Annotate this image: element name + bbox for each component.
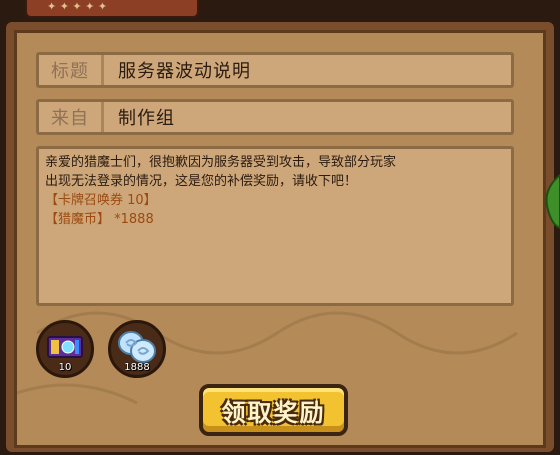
window-title-banner: ✦ ✦ ✦ ✦ ✦ <box>25 0 199 18</box>
mail-sender: 制作组 <box>118 108 175 129</box>
mail-title: 服务器波动说明 <box>118 61 251 82</box>
reward-slot-coins[interactable]: 1888 <box>108 320 166 378</box>
title-label: 标题 <box>51 61 89 82</box>
mail-body[interactable]: 亲爱的猎魔士们，很抱歉因为服务器受到攻击，导致部分玩家 出现无法登录的情况，这是… <box>36 146 514 306</box>
banner-decoration: ✦ ✦ ✦ ✦ ✦ <box>47 0 108 13</box>
claim-reward-label: 领取奖励 <box>221 398 326 427</box>
sender-label: 来自 <box>51 108 89 129</box>
reward-count-card-ticket: 10 <box>58 362 72 373</box>
claim-reward-button[interactable]: 领取奖励 <box>199 384 348 436</box>
body-line-1: 亲爱的猎魔士们，很抱歉因为服务器受到攻击，导致部分玩家 <box>45 155 397 170</box>
reward-slot-card-ticket[interactable]: 10 <box>36 320 94 378</box>
reward-item-coins: 【猎魔币】 *1888 <box>45 212 154 227</box>
sender-row: 来自 制作组 <box>36 99 514 135</box>
side-leaf-icon <box>545 173 560 230</box>
title-row: 标题 服务器波动说明 <box>36 52 514 88</box>
reward-count-coins: 1888 <box>124 362 150 373</box>
body-line-2: 出现无法登录的情况，这是您的补偿奖励，请收下吧！ <box>45 174 358 189</box>
reward-item-card-ticket: 【卡牌召唤券 10】 <box>45 193 157 208</box>
